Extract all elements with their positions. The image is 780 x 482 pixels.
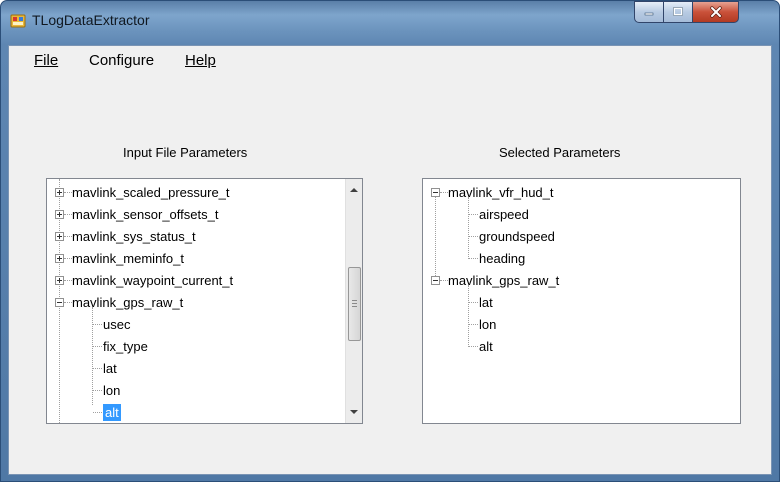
- tree-connector: [469, 346, 478, 347]
- expand-icon[interactable]: [55, 188, 64, 197]
- tree-node-sensor-offsets[interactable]: mavlink_sensor_offsets_t: [72, 206, 218, 223]
- tree-node-waypoint-current[interactable]: mavlink_waypoint_current_t: [72, 272, 233, 289]
- scroll-down-icon[interactable]: [350, 410, 358, 414]
- tree-connector: [64, 236, 72, 237]
- menu-bar: File Configure Help: [9, 46, 771, 74]
- tree-leaf-fix-type[interactable]: fix_type: [103, 338, 148, 355]
- tree-connector: [64, 214, 72, 215]
- close-icon: [709, 6, 722, 18]
- tree-leaf-lon[interactable]: lon: [103, 382, 120, 399]
- input-file-parameters-label: Input File Parameters: [123, 145, 248, 160]
- app-icon: [10, 14, 26, 28]
- expand-icon[interactable]: [55, 254, 64, 263]
- window-title: TLogDataExtractor: [32, 12, 150, 28]
- tree-connector: [469, 302, 478, 303]
- collapse-icon[interactable]: [55, 298, 64, 307]
- maximize-button[interactable]: [663, 1, 693, 23]
- tree-leaf-airspeed[interactable]: airspeed: [479, 206, 529, 223]
- tree-connector: [64, 280, 72, 281]
- tree-connector: [469, 324, 478, 325]
- scroll-up-icon[interactable]: [350, 188, 358, 192]
- expand-icon[interactable]: [55, 210, 64, 219]
- tree-leaf-alt[interactable]: alt: [479, 338, 493, 355]
- app-window: TLogDataExtractor File Configure Help In…: [0, 0, 780, 482]
- menu-file-label: File: [34, 52, 59, 69]
- expand-icon[interactable]: [55, 232, 64, 241]
- tree-node-meminfo[interactable]: mavlink_meminfo_t: [72, 250, 184, 267]
- grip-line: [352, 300, 357, 301]
- grip-line: [352, 306, 357, 307]
- tree-connector: [93, 324, 102, 325]
- tree-leaf-lon[interactable]: lon: [479, 316, 496, 333]
- menu-help[interactable]: Help: [185, 52, 216, 69]
- tree-connector: [93, 346, 102, 347]
- menu-file[interactable]: File: [34, 52, 58, 69]
- tree-connector: [64, 192, 72, 193]
- tree-connector: [440, 192, 448, 193]
- client-area: File Configure Help Input File Parameter…: [8, 45, 772, 475]
- minimize-icon: [644, 12, 654, 16]
- close-button[interactable]: [692, 1, 739, 23]
- tree-node-vfr-hud[interactable]: mavlink_vfr_hud_t: [448, 184, 554, 201]
- selected-parameters-tree[interactable]: mavlink_vfr_hud_t airspeed groundspeed h…: [422, 178, 741, 424]
- tree-leaf-alt-selected[interactable]: alt: [103, 404, 121, 421]
- menu-configure[interactable]: Configure: [89, 52, 154, 69]
- collapse-icon[interactable]: [431, 276, 440, 285]
- tree-node-gps-raw-selected[interactable]: mavlink_gps_raw_t: [448, 272, 559, 289]
- tree-connector: [93, 412, 102, 413]
- vertical-scrollbar[interactable]: [345, 179, 362, 423]
- tree-leaf-lat[interactable]: lat: [479, 294, 493, 311]
- tree-connector: [440, 280, 448, 281]
- maximize-icon: [673, 7, 683, 16]
- tree-connector: [93, 368, 102, 369]
- menu-help-label: Help: [185, 52, 216, 69]
- collapse-icon[interactable]: [431, 188, 440, 197]
- tree-node-sys-status[interactable]: mavlink_sys_status_t: [72, 228, 196, 245]
- tree-connector: [469, 236, 478, 237]
- expand-icon[interactable]: [55, 276, 64, 285]
- grip-line: [352, 303, 357, 304]
- tree-guide-line: [435, 192, 436, 280]
- minimize-button[interactable]: [634, 1, 664, 23]
- tree-leaf-groundspeed[interactable]: groundspeed: [479, 228, 555, 245]
- scroll-thumb[interactable]: [348, 267, 361, 341]
- tree-connector: [64, 302, 72, 303]
- tree-guide-line: [468, 285, 469, 347]
- tree-guide-line: [468, 197, 469, 259]
- tree-node-gps-raw[interactable]: mavlink_gps_raw_t: [72, 294, 183, 311]
- selected-parameters-label: Selected Parameters: [499, 145, 621, 160]
- tree-leaf-lat[interactable]: lat: [103, 360, 117, 377]
- tree-connector: [469, 258, 478, 259]
- tree-connector: [64, 258, 72, 259]
- tree-leaf-heading[interactable]: heading: [479, 250, 525, 267]
- tree-connector: [469, 214, 478, 215]
- title-bar[interactable]: TLogDataExtractor: [1, 1, 779, 45]
- input-parameters-tree[interactable]: mavlink_scaled_pressure_t mavlink_sensor…: [46, 178, 363, 424]
- tree-connector: [93, 390, 102, 391]
- tree-node-scaled-pressure[interactable]: mavlink_scaled_pressure_t: [72, 184, 230, 201]
- tree-leaf-usec[interactable]: usec: [103, 316, 130, 333]
